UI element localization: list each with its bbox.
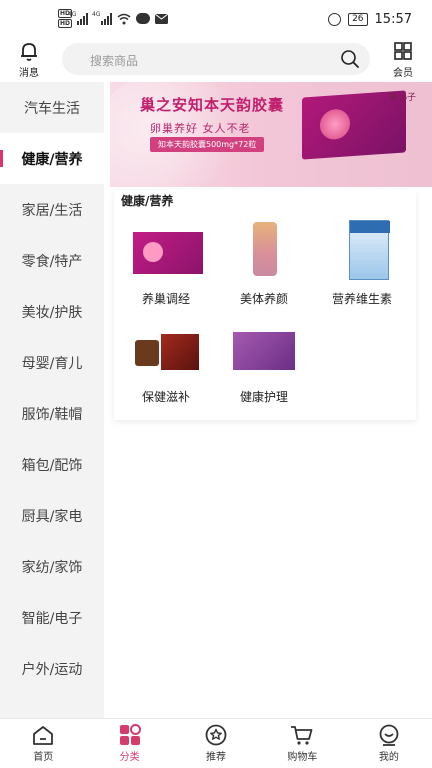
sidebar-item-auto[interactable]: 汽车生活 (0, 82, 104, 133)
search-input[interactable]: 搜索商品 (62, 43, 370, 75)
alarm-icon (328, 13, 342, 26)
subcategory-label: 美体养颜 (239, 292, 288, 306)
product-image (131, 318, 201, 384)
subcategory-item[interactable]: 健康护理 (216, 318, 312, 405)
chat-icon (136, 13, 151, 24)
profile-icon (379, 724, 399, 746)
battery-indicator: 26 (348, 13, 368, 26)
star-icon (205, 724, 227, 746)
sidebar-item-kitchen[interactable]: 厨具/家电 (0, 490, 104, 541)
nav-cart[interactable]: 购物车 (259, 719, 345, 768)
sidebar-item-apparel[interactable]: 服饰/鞋帽 (0, 388, 104, 439)
sidebar-item-snacks[interactable]: 零食/特产 (0, 235, 104, 286)
banner-pill: 知本天韵胶囊500mg*72粒 (150, 137, 265, 152)
vip-label: 会员 (393, 68, 413, 79)
top-bar: 消息 搜索商品 会员 (0, 38, 432, 82)
subcategory-label: 养巢调经 (141, 292, 190, 306)
category-icon (119, 724, 141, 745)
subcategory-label: 保健滋补 (141, 390, 190, 404)
signal-label-1: 4G (68, 10, 77, 18)
mail-icon (155, 13, 169, 24)
category-sidebar: 汽车生活 健康/营养 家居/生活 零食/特产 美妆/护肤 母婴/育儿 服饰/鞋帽… (0, 82, 104, 718)
bottom-nav: 首页 分类 推荐 购物车 我的 (0, 718, 432, 768)
banner-title: 巢之安知本天韵胶囊 (140, 96, 285, 114)
nav-category-label: 分类 (119, 752, 140, 763)
search-icon[interactable] (340, 49, 360, 69)
sidebar-item-outdoor[interactable]: 户外/运动 (0, 643, 104, 694)
subcategory-item[interactable]: 营养维生素 (314, 220, 410, 307)
subcategory-item[interactable]: 保健滋补 (118, 318, 214, 405)
status-left-icons: HD HD 4G 4G (58, 9, 169, 28)
subcategory-item[interactable]: 美体养颜 (216, 220, 312, 307)
home-icon (33, 726, 54, 745)
subcategory-label: 健康护理 (239, 390, 288, 404)
product-image (131, 220, 203, 286)
sidebar-item-textiles[interactable]: 家纺/家饰 (0, 541, 104, 592)
nav-profile-label: 我的 (378, 752, 399, 763)
grid-icon (394, 42, 412, 60)
messages-button[interactable]: 消息 (12, 40, 46, 79)
promo-banner[interactable]: 巢之安知本天韵胶囊 卵巢养好 女人不老 知本天韵胶囊500mg*72粒 果小子 (110, 82, 432, 187)
vip-button[interactable]: 会员 (386, 40, 420, 79)
nav-recommend[interactable]: 推荐 (173, 719, 259, 768)
sidebar-item-bags[interactable]: 箱包/配饰 (0, 439, 104, 490)
main-content: 巢之安知本天韵胶囊 卵巢养好 女人不老 知本天韵胶囊500mg*72粒 果小子 … (104, 82, 432, 718)
nav-cart-label: 购物车 (287, 752, 318, 763)
subcategory-label: 营养维生素 (331, 292, 392, 306)
section-title: 健康/营养 (121, 194, 174, 208)
nav-category[interactable]: 分类 (86, 719, 172, 768)
wifi-icon (117, 13, 131, 24)
banner-subtitle: 卵巢养好 女人不老 (150, 122, 251, 135)
clock: 15:57 (374, 12, 412, 27)
sidebar-item-health[interactable]: 健康/营养 (0, 133, 104, 184)
nav-home[interactable]: 首页 (0, 719, 86, 768)
messages-label: 消息 (19, 68, 39, 79)
signal-label-2: 4G (92, 10, 101, 18)
signal-icon-2: 4G (92, 11, 113, 25)
sidebar-item-baby[interactable]: 母婴/育儿 (0, 337, 104, 388)
sidebar-item-beauty[interactable]: 美妆/护肤 (0, 286, 104, 337)
hd-label-2: HD (58, 19, 73, 28)
signal-icon: 4G (68, 11, 89, 25)
nav-home-label: 首页 (33, 752, 54, 763)
bell-icon (21, 43, 37, 61)
product-image (229, 318, 299, 384)
subcategory-item[interactable]: 养巢调经 (118, 220, 214, 307)
sidebar-item-home[interactable]: 家居/生活 (0, 184, 104, 235)
category-section: 健康/营养 养巢调经 美体养颜 营养维生素 保健滋补 健康护理 (114, 190, 416, 420)
status-bar: HD HD 4G 4G 26 15:57 (0, 0, 432, 38)
cart-icon (291, 726, 313, 745)
product-image (229, 220, 299, 286)
nav-recommend-label: 推荐 (206, 752, 227, 763)
sidebar-item-electronics[interactable]: 智能/电子 (0, 592, 104, 643)
product-image (327, 220, 397, 286)
nav-profile[interactable]: 我的 (346, 719, 432, 768)
banner-logo: 果小子 (388, 93, 416, 103)
status-right-icons: 26 15:57 (328, 12, 412, 27)
search-placeholder: 搜索商品 (90, 54, 139, 68)
